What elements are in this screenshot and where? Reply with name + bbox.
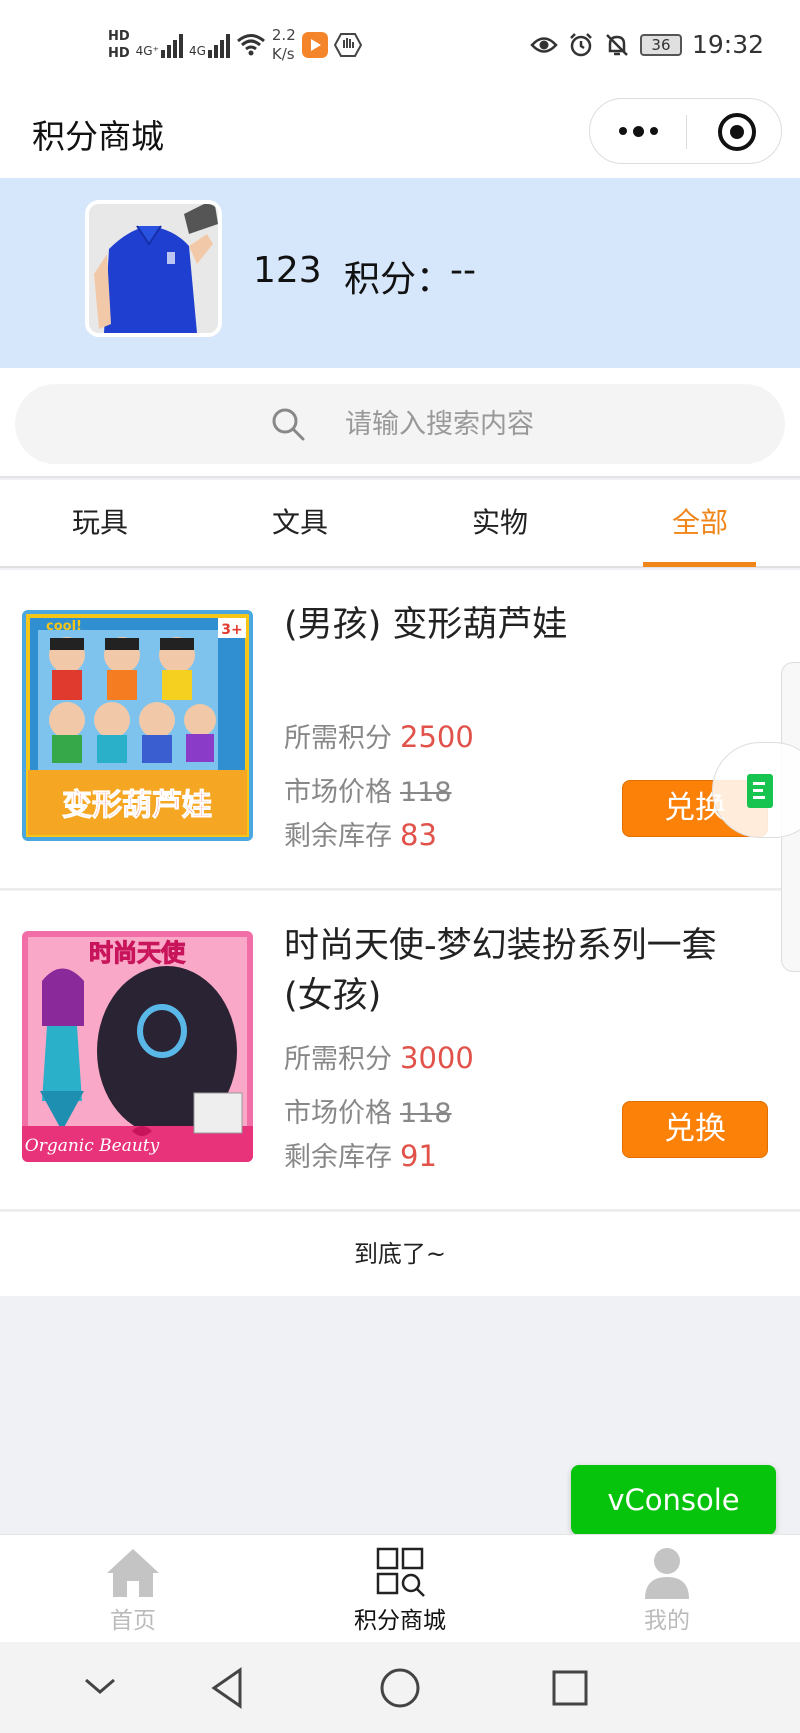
hd-label-2: HD	[108, 46, 130, 61]
search-bar[interactable]	[15, 384, 785, 464]
vconsole-button[interactable]: vConsole	[571, 1465, 776, 1535]
product-card[interactable]: 时尚天使 Organic Beauty 时尚天使-梦幻装扮系列一套(女孩) 所需…	[0, 891, 800, 1211]
avatar-photo	[89, 204, 218, 333]
points-value: --	[450, 250, 476, 291]
hand-shield-icon	[333, 33, 362, 57]
close-miniprogram-button[interactable]	[718, 113, 756, 151]
hd-label-1: HD	[108, 29, 130, 44]
tab-physical[interactable]: 实物	[400, 480, 600, 566]
tab-stationery[interactable]: 文具	[200, 480, 400, 566]
status-bar-left: HD HD 4G⁺ 4G 2.2 K/s	[108, 26, 362, 64]
speed-unit: K/s	[271, 45, 295, 63]
signal-2-icon: 4G	[189, 32, 230, 58]
eye-icon	[530, 36, 558, 53]
category-tabs: 玩具 文具 实物 全部	[0, 480, 800, 568]
search-section	[0, 368, 800, 478]
stock-value: 83	[400, 818, 437, 852]
end-of-list-text: 到底了~	[0, 1212, 800, 1296]
status-bar-right: 36 19:32	[530, 30, 764, 59]
person-icon	[645, 1548, 689, 1599]
active-tab-indicator	[643, 562, 756, 567]
system-navigation-bar	[0, 1642, 800, 1733]
wifi-icon	[236, 34, 265, 56]
capsule-divider	[686, 115, 687, 149]
page-title: 积分商城	[32, 117, 164, 156]
product-image[interactable]: 时尚天使 Organic Beauty	[22, 931, 253, 1162]
tabbar-item-points-mall[interactable]: 积分商城	[300, 1535, 500, 1643]
miniprogram-capsule	[589, 98, 782, 164]
mute-bell-icon	[606, 33, 628, 56]
points-required-label: 所需积分	[284, 723, 392, 754]
points-label: 积分：	[344, 259, 453, 300]
bottom-tab-bar: 首页 积分商城 我的	[0, 1534, 800, 1642]
tabbar-label: 积分商城	[354, 1608, 446, 1634]
tabbar-item-mine[interactable]: 我的	[567, 1535, 767, 1643]
points-required-label: 所需积分	[284, 1044, 392, 1075]
product-card[interactable]: 变形葫芦娃 3+ cool! (男孩) 变形葫芦娃 所需积分 2500 市场价格 1…	[0, 570, 800, 890]
market-price-label: 市场价格	[284, 1098, 392, 1129]
search-input[interactable]	[345, 400, 745, 448]
product-image[interactable]: 变形葫芦娃 3+ cool!	[22, 610, 253, 841]
home-icon	[107, 1549, 159, 1597]
speed-value: 2.2	[271, 26, 296, 44]
network-type-2: 4G	[188, 44, 206, 58]
tabbar-label: 首页	[110, 1608, 156, 1634]
market-price-label: 市场价格	[284, 777, 392, 808]
product-stock-row: 剩余库存 83	[284, 814, 437, 853]
more-options-button[interactable]	[590, 99, 686, 163]
stock-value: 91	[400, 1139, 437, 1173]
signal-1-icon: 4G⁺	[136, 32, 183, 58]
stock-label: 剩余库存	[284, 1142, 392, 1173]
svg-text:cool!: cool!	[46, 619, 82, 634]
product-price-row: 市场价格 118	[284, 1091, 452, 1130]
points-required-value: 3000	[400, 1041, 474, 1075]
product-points-row: 所需积分 2500	[284, 716, 474, 755]
toy-box-label: Organic Beauty	[25, 1136, 160, 1156]
calabash-brothers-toy-image: 变形葫芦娃 3+ cool!	[22, 610, 253, 841]
hd-indicator: HD HD	[108, 28, 130, 62]
redeem-button[interactable]: 兑换	[622, 1101, 768, 1158]
document-icon[interactable]	[747, 774, 773, 808]
svg-text:时尚天使: 时尚天使	[89, 939, 186, 967]
fashion-angel-toy-image: 时尚天使 Organic Beauty	[22, 931, 253, 1162]
product-title: (男孩) 变形葫芦娃	[284, 605, 568, 645]
toy-box-label: 变形葫芦娃	[62, 788, 212, 823]
recents-square-icon[interactable]	[550, 1666, 590, 1710]
clock: 19:32	[691, 30, 764, 59]
avatar[interactable]	[85, 200, 222, 337]
tab-all[interactable]: 全部	[600, 480, 800, 566]
product-price-row: 市场价格 118	[284, 770, 452, 809]
stock-label: 剩余库存	[284, 821, 392, 852]
tabbar-label: 我的	[644, 1608, 690, 1634]
product-title: 时尚天使-梦幻装扮系列一套(女孩)	[284, 926, 717, 1016]
tabbar-item-home[interactable]: 首页	[33, 1535, 233, 1643]
network-speed: 2.2 K/s	[272, 26, 296, 64]
status-bar: HD HD 4G⁺ 4G 2.2 K/s 36 19:32	[0, 0, 800, 92]
market-price-value: 118	[400, 1098, 452, 1129]
back-icon[interactable]	[208, 1666, 248, 1710]
home-circle-icon[interactable]	[378, 1666, 422, 1710]
market-price-value: 118	[400, 777, 452, 808]
product-stock-row: 剩余库存 91	[284, 1135, 437, 1174]
points-required-value: 2500	[400, 720, 474, 754]
tab-toys[interactable]: 玩具	[0, 480, 200, 566]
alarm-icon	[570, 32, 592, 56]
video-app-icon	[301, 32, 328, 58]
profile-header: 123 积分： --	[0, 178, 800, 368]
svg-text:3+: 3+	[221, 622, 242, 638]
product-points-row: 所需积分 3000	[284, 1037, 474, 1076]
username: 123	[253, 250, 322, 291]
search-icon	[272, 408, 305, 441]
apps-search-icon	[376, 1547, 425, 1597]
battery-icon: 36	[639, 33, 682, 56]
nav-bar: 积分商城	[0, 92, 800, 178]
network-type-1: 4G⁺	[135, 44, 159, 58]
collapse-chevron-icon[interactable]	[82, 1666, 118, 1706]
